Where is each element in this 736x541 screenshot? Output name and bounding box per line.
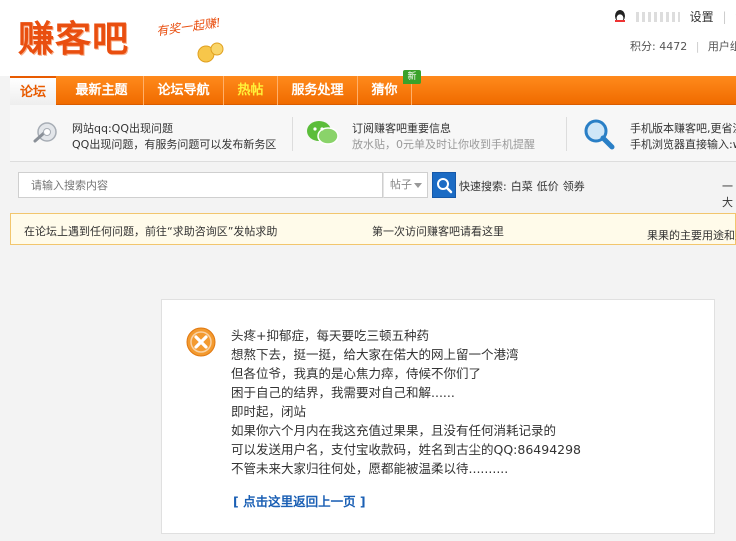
new-badge: 新 [403,70,421,84]
message-text: 头疼+抑郁症，每天要吃三顿五种药 想熬下去，挺一挺，给大家在偌大的网上留一个港湾… [231,326,581,478]
nav-item-forum[interactable]: 论坛 [10,76,56,105]
message-line: 不管未来大家归往何处，愿都能被温柔以待.......... [231,461,509,476]
notice-mobile[interactable]: 手机版本赚客吧,更省流 手机浏览器直接输入:w [576,105,736,162]
settings-link[interactable]: 设置 [690,8,714,25]
nav-item-guide[interactable]: 论坛导航 [144,76,224,105]
announcement-bar: 在论坛上遇到任何问题，前往“求助咨询区”发帖求助 第一次访问赚客吧请看这里 果果… [10,213,736,245]
message-line: 可以发送用户名，支付宝收款码，姓名到古尘的QQ:86494298 [231,442,582,457]
nav-item-service[interactable]: 服务处理 [278,76,358,105]
announce-first-visit[interactable]: 第一次访问赚客吧请看这里 [372,223,504,239]
search-icon [437,178,453,194]
credits-text[interactable]: 积分: 4472 [630,38,687,54]
announce-guoguo[interactable]: 果果的主要用途和贩 [647,227,736,243]
hot-keyword[interactable]: 低价 [537,180,559,193]
chevron-down-icon [414,183,422,188]
message-line: 即时起，闭站 [231,404,307,419]
hot-keyword[interactable]: 领券 [563,180,585,193]
logo-slogan: 有奖一起赚! [155,15,222,39]
message-line: 但各位爷，我真的是心焦力瘁，侍候不你们了 [231,366,482,381]
logo-text: 赚客吧 [18,19,130,60]
search-button[interactable] [432,172,456,198]
credit-bar: 积分: 4472 | 用户组 [630,38,736,54]
wrench-icon [33,122,57,143]
notice-qq[interactable]: 网站qq:QQ出现问题 QQ出现问题，有服务问题可以发布新务区 [10,105,290,162]
magnifier-icon [584,119,615,150]
nav-item-latest[interactable]: 最新主题 [60,76,144,105]
nav-item-hot[interactable]: 热帖 [224,76,278,105]
back-link[interactable]: [ 点击这里返回上一页 ] [233,491,366,510]
main-nav: 论坛 最新主题 论坛导航 热帖 服务处理 猜你 [10,76,736,105]
site-logo[interactable]: 赚客吧 有奖一起赚! [18,10,238,66]
quick-search-label: 快速搜索: [459,180,507,193]
search-more[interactable]: 一大 [722,178,736,210]
user-bar: 设置 | 消息 [612,8,736,26]
message-line: 想熬下去，挺一挺，给大家在偌大的网上留一个港湾 [231,347,519,362]
search-input[interactable] [18,172,383,198]
search-row: 帖子 快速搜索: 白菜低价领券 一大 [10,164,736,209]
notice-wechat[interactable]: 订阅赚客吧重要信息 放水贴，0元单及时让你收到手机提醒 [300,105,566,162]
wechat-icon [307,121,339,145]
message-line: 如果你六个月内在我这充值过果果，且没有任何消耗记录的 [231,423,557,438]
message-line: 困于自己的结界，我需要对自己和解...... [231,385,455,400]
site-header: 赚客吧 有奖一起赚! 设置 | 消息 积分: 4472 | 用户组 [0,0,736,76]
quick-search: 快速搜索: 白菜 低价 领券 [459,178,589,194]
username-masked[interactable] [635,11,680,22]
notice-bar: 网站qq:QQ出现问题 QQ出现问题，有服务问题可以发布新务区 订阅赚客吧重要信… [10,105,736,162]
announce-help[interactable]: 在论坛上遇到任何问题，前往“求助咨询区”发帖求助 [24,223,277,239]
qq-icon [615,9,625,22]
message-box: 头疼+抑郁症，每天要吃三顿五种药 想熬下去，挺一挺，给大家在偌大的网上留一个港湾… [161,299,715,534]
message-line: 头疼+抑郁症，每天要吃三顿五种药 [231,328,429,343]
error-icon [186,327,216,357]
usergroup-link[interactable]: 用户组 [708,38,736,54]
hot-keyword[interactable]: 白菜 [511,180,533,193]
coin-icon [197,42,224,63]
search-scope-select[interactable]: 帖子 [383,172,428,198]
